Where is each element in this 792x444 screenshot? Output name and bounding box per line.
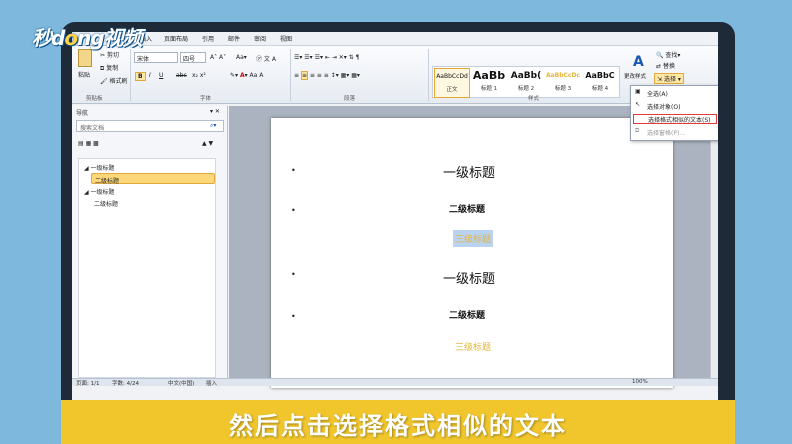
bullet: •	[291, 166, 296, 175]
divider	[290, 49, 291, 101]
format-painter-button[interactable]: 🖌 格式刷	[100, 76, 128, 85]
select-all-item[interactable]: 全选(A)	[647, 89, 668, 98]
bullet: •	[291, 312, 296, 321]
selection-pane-item[interactable]: 选择窗格(P)...	[647, 128, 685, 137]
selection-pane-icon: ⧉	[635, 127, 640, 134]
copy-button[interactable]: ⧉ 复制	[100, 63, 118, 73]
menu-page-layout[interactable]: 页面布局	[164, 34, 188, 43]
cursor-icon: ↖	[635, 101, 641, 108]
replace-button[interactable]: ⇄ 替换	[656, 61, 675, 70]
heading-1-line[interactable]: 一级标题	[443, 162, 495, 181]
subscript-icon[interactable]: x₂ x²	[192, 72, 206, 79]
cut-button[interactable]: ✂ 剪切	[100, 50, 119, 59]
heading-tree: ◢ 一级标题 二级标题 ◢ 一级标题 二级标题	[78, 158, 216, 378]
select-dropdown-menu: ▣ 全选(A) ↖ 选择对象(O) 选择格式相似的文本(S) ⧉ 选择窗格(P)…	[630, 85, 718, 141]
tree-item-level1[interactable]: ◢ 一级标题	[81, 185, 118, 196]
underline-button[interactable]: U	[159, 72, 163, 79]
align-left-icon[interactable]: ≡ ≡ ≡ ≡ ≡ ↕▾ ▦▾ ▦▾	[294, 71, 360, 80]
zoom-level[interactable]: 100%	[632, 379, 648, 385]
insert-mode[interactable]: 插入	[206, 379, 217, 387]
select-button[interactable]: ⇲ 选择 ▾	[654, 73, 684, 84]
nav-search-input[interactable]: 搜索文档	[76, 120, 224, 132]
status-bar: 页面: 1/1 字数: 4/24 中文(中国) 插入 100%	[72, 378, 718, 387]
styles-group-label: 样式	[528, 96, 540, 102]
italic-button[interactable]: I	[149, 72, 151, 79]
divider	[428, 49, 429, 101]
heading-2-line[interactable]: 二级标题	[449, 202, 485, 215]
subtitle-text: 然后点击选择格式相似的文本	[229, 412, 567, 440]
font-name-field[interactable]: 宋体	[134, 52, 178, 63]
paste-button[interactable]: 粘贴	[78, 70, 90, 79]
heading-3-line-selected[interactable]: 三级标题	[453, 230, 494, 247]
language-status[interactable]: 中文(中国)	[168, 379, 194, 387]
clipboard-group-label: 剪贴板	[86, 96, 103, 102]
tree-item-level1[interactable]: ◢ 一级标题	[81, 161, 118, 172]
tree-item-level2-selected[interactable]: 二级标题	[91, 173, 215, 185]
bullet: •	[291, 270, 296, 279]
bold-button[interactable]: B	[135, 72, 146, 81]
find-button[interactable]: 🔍 查找▾	[656, 50, 680, 59]
close-icon[interactable]: ▾ ✕	[210, 108, 220, 115]
style-heading-3[interactable]: AaBbCcDc 标题 3	[545, 68, 581, 98]
style-normal[interactable]: AaBbCcDd 正文	[434, 68, 470, 98]
navigation-pane: 导航 ▾ ✕ 搜索文档 ⌕▾ ▤ ▦ ▩ ▲ ▼ ◢ 一级标题 二级标题 ◢ 一…	[72, 106, 228, 378]
word-window: 插入 页面布局 引用 邮件 审阅 视图 粘贴 ✂ 剪切 ⧉ 复制 🖌 格式刷 剪…	[72, 32, 718, 400]
heading-3-line[interactable]: 三级标题	[455, 340, 491, 353]
ribbon: 粘贴 ✂ 剪切 ⧉ 复制 🖌 格式刷 剪贴板 宋体 四号 A˄ A˅ Aa▾ ㋐…	[72, 46, 718, 104]
font-size-field[interactable]: 四号	[180, 52, 206, 63]
menu-bar: 插入 页面布局 引用 邮件 审阅 视图	[72, 32, 718, 46]
change-styles-icon[interactable]: A	[633, 54, 644, 70]
grow-font-button[interactable]: A˄ A˅	[210, 54, 226, 61]
font-group-label: 字体	[200, 96, 212, 102]
heading-2-line[interactable]: 二级标题	[449, 308, 485, 321]
styles-gallery: AaBbCcDd 正文 AaBb 标题 1 AaBb(标题 2 AaBbCcDc 标题…	[432, 66, 620, 98]
menu-view[interactable]: 视图	[280, 34, 292, 43]
highlight-color-icon[interactable]: ✎▾ A▾ Aa A	[230, 72, 263, 79]
nav-title: 导航	[76, 110, 89, 117]
nav-arrows-icon[interactable]: ▲ ▼	[202, 140, 213, 147]
document-area: • 一级标题 • 二级标题 三级标题 • 一级标题 • 二级标题 三级标题	[229, 106, 718, 388]
style-heading-4[interactable]: AaBbC 标题 4	[582, 68, 618, 98]
style-heading-1[interactable]: AaBb 标题 1	[471, 68, 507, 98]
clear-format-icon[interactable]: ㋐ 文 A	[256, 54, 276, 63]
search-icon[interactable]: ⌕▾	[210, 122, 216, 130]
divider	[130, 49, 131, 101]
logo: 秒dong视频	[32, 26, 143, 50]
subtitle-bar: 然后点击选择格式相似的文本	[61, 400, 735, 444]
select-all-icon: ▣	[635, 88, 641, 95]
change-styles-button[interactable]: 更改样式	[624, 72, 646, 80]
menu-references[interactable]: 引用	[202, 34, 214, 43]
bullets-icon[interactable]: ☰▾ ☰▾ ☰▾ ⇤ ⇥ ✕▾ ⇅ ¶	[294, 54, 359, 61]
heading-1-line[interactable]: 一级标题	[443, 268, 495, 287]
strikethrough-button[interactable]: abc	[176, 72, 187, 79]
menu-mailings[interactable]: 邮件	[228, 34, 240, 43]
browse-headings-icon[interactable]: ▤ ▦ ▩	[78, 140, 99, 147]
select-objects-item[interactable]: 选择对象(O)	[647, 102, 680, 111]
document-page: • 一级标题 • 二级标题 三级标题 • 一级标题 • 二级标题 三级标题	[271, 118, 673, 388]
tree-item-level2[interactable]: 二级标题	[91, 197, 121, 208]
paragraph-group-label: 段落	[344, 96, 356, 102]
page-count: 页面: 1/1	[76, 381, 100, 387]
word-count[interactable]: 字数: 4/24	[112, 379, 139, 387]
bullet: •	[291, 206, 296, 215]
select-similar-formatting-item[interactable]: 选择格式相似的文本(S)	[633, 114, 717, 124]
paste-icon[interactable]	[78, 49, 92, 67]
vertical-scrollbar[interactable]	[710, 106, 718, 378]
change-case-button[interactable]: Aa▾	[236, 54, 247, 61]
menu-review[interactable]: 审阅	[254, 34, 266, 43]
